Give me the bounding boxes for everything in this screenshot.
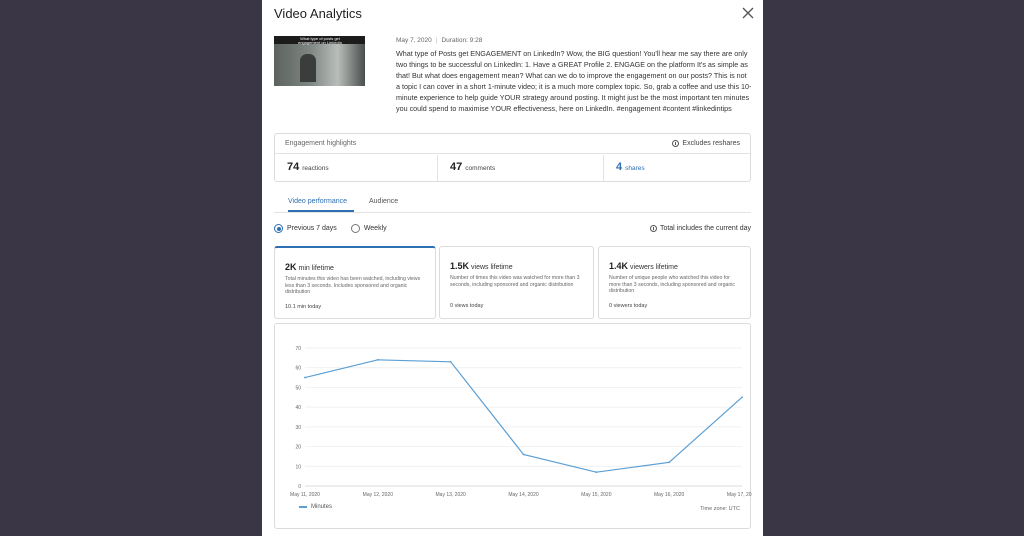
close-icon <box>742 7 754 19</box>
x-tick-label: May 16, 2020 <box>654 492 685 498</box>
analytics-tabs: Video performance Audience <box>274 193 751 213</box>
legend-swatch <box>299 506 307 508</box>
video-analytics-modal: Video Analytics What type of posts get e… <box>262 0 763 536</box>
y-tick-label: 70 <box>295 346 301 352</box>
comments-label: comments <box>465 165 496 172</box>
radio-unselected-icon <box>350 224 360 233</box>
y-tick-label: 40 <box>295 405 301 411</box>
chart-card: 0 10 20 30 40 50 60 70 May 11, 2020 May 12, 2020 M… <box>274 323 752 529</box>
video-description: What type of Posts get ENGAGEMENT on Lin… <box>396 49 752 113</box>
x-tick-label: May 12, 2020 <box>363 492 394 498</box>
shares-stat[interactable]: 4 shares <box>603 155 750 181</box>
metric-value: 2K <box>285 262 297 272</box>
tab-audience[interactable]: Audience <box>369 198 398 205</box>
tab-video-performance[interactable]: Video performance <box>288 198 347 205</box>
y-tick-label: 0 <box>298 484 301 490</box>
y-tick-label: 50 <box>295 385 301 391</box>
thumbnail-caption: What type of posts get engagement on Lin… <box>297 36 343 45</box>
metric-card-minutes[interactable]: 2K min lifetime Total minutes this video … <box>274 246 436 319</box>
x-tick-label: May 11, 2020 <box>290 492 320 498</box>
metric-card-viewers[interactable]: 1.4K viewers lifetime Number of unique pe… <box>598 246 751 319</box>
current-day-note-label: Total includes the current day <box>659 225 751 232</box>
modal-header: Video Analytics <box>262 0 763 28</box>
metric-today: 10.1 min today <box>285 304 322 310</box>
radio-weekly-label: Weekly <box>363 225 387 232</box>
current-day-note: Total includes the current day <box>649 225 751 232</box>
legend-label: Minutes <box>311 504 333 510</box>
metric-value: 1.5K <box>450 261 470 271</box>
shares-label: shares <box>625 165 645 172</box>
y-tick-label: 30 <box>295 425 301 431</box>
comments-stat: 47 comments <box>437 155 603 181</box>
data-point <box>668 461 671 464</box>
radio-previous-7-days[interactable]: Previous 7 days <box>274 224 337 233</box>
shares-count: 4 <box>616 161 623 173</box>
video-meta: May 7, 2020 | Duration: 9:28 <box>396 37 482 44</box>
metric-today: 0 views today <box>450 303 484 309</box>
metric-value: 1.4K <box>609 261 629 271</box>
metric-description: Total minutes this video has been watche… <box>285 276 421 296</box>
x-tick-label: May 13, 2020 <box>436 492 467 498</box>
data-point <box>522 453 525 456</box>
y-tick-label: 10 <box>295 464 301 470</box>
metric-today: 0 viewers today <box>609 303 648 309</box>
radio-weekly[interactable]: Weekly <box>350 224 387 233</box>
metric-label: views lifetime <box>471 264 513 271</box>
comments-count: 47 <box>450 161 463 173</box>
excludes-reshares-note: Excludes reshares <box>672 140 740 147</box>
video-date: May 7, 2020 <box>396 37 432 44</box>
excludes-reshares-label: Excludes reshares <box>682 140 740 147</box>
data-point <box>376 358 379 361</box>
timezone-label: Time zone: UTC <box>700 506 740 512</box>
info-icon <box>649 225 657 232</box>
engagement-header: Engagement highlights Excludes reshares <box>275 134 750 154</box>
metric-label: viewers lifetime <box>630 264 678 271</box>
metric-label: min lifetime <box>298 265 334 272</box>
reactions-count: 74 <box>287 161 300 173</box>
data-point <box>741 396 743 399</box>
engagement-title: Engagement highlights <box>285 140 357 147</box>
meta-separator: | <box>435 37 438 44</box>
y-tick-label: 60 <box>295 366 301 372</box>
data-point <box>449 360 452 363</box>
metric-description: Number of unique people who watched this… <box>609 275 736 295</box>
data-point <box>595 471 598 474</box>
thumbnail-scene <box>274 44 365 86</box>
thumbnail-person <box>300 54 316 82</box>
metric-description: Number of times this video was watched f… <box>450 275 580 288</box>
metric-card-views[interactable]: 1.5K views lifetime Number of times this … <box>439 246 594 319</box>
y-tick-label: 20 <box>295 445 301 451</box>
data-point <box>304 376 306 379</box>
video-duration: Duration: 9:28 <box>441 37 483 44</box>
chart-legend: Minutes <box>299 504 332 510</box>
engagement-highlights-card: Engagement highlights Excludes reshares … <box>274 133 751 182</box>
active-tab-indicator <box>288 210 354 212</box>
radio-selected-icon <box>274 224 283 233</box>
x-tick-label: May 15, 2020 <box>581 492 612 498</box>
radio-previous-7-days-label: Previous 7 days <box>287 225 337 232</box>
reactions-label: reactions <box>302 165 329 172</box>
close-button[interactable] <box>741 6 755 20</box>
x-tick-label: May 14, 2020 <box>508 492 539 498</box>
modal-title: Video Analytics <box>274 6 362 21</box>
period-selector: Previous 7 days Weekly <box>274 224 387 233</box>
reactions-stat: 74 reactions <box>275 155 437 181</box>
minutes-line-chart: 0 10 20 30 40 50 60 70 May 11, 2020 May 12, 2020 M… <box>290 346 752 498</box>
video-thumbnail[interactable]: What type of posts get engagement on Lin… <box>274 36 365 86</box>
info-icon <box>672 140 680 147</box>
x-tick-label: May 17, 2020 <box>727 492 752 498</box>
